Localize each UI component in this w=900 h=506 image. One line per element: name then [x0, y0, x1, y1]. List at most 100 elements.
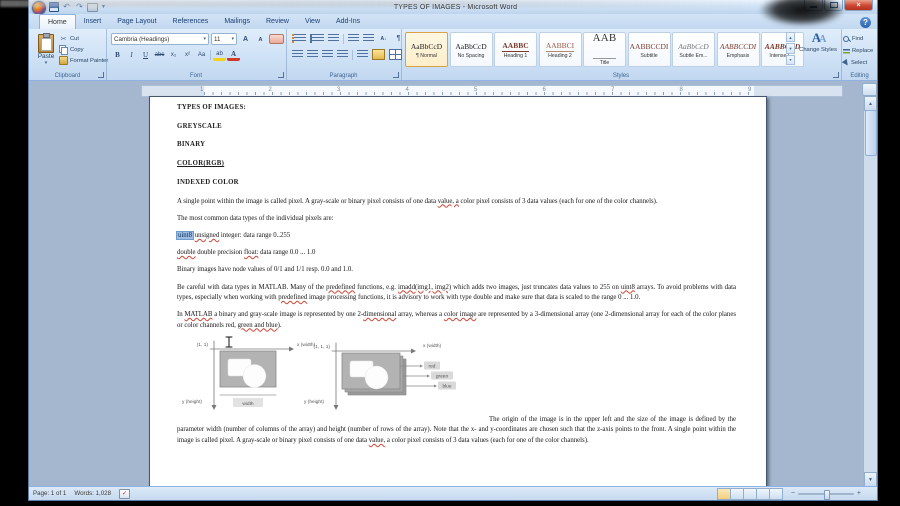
zoom-out-icon[interactable]: −: [791, 490, 795, 497]
tab-references[interactable]: References: [165, 14, 217, 29]
channel-green-label: green: [436, 373, 449, 379]
cut-icon: ✂: [59, 34, 68, 43]
line-spacing-button[interactable]: [356, 49, 369, 60]
change-case-button[interactable]: Aa: [195, 50, 208, 61]
clipboard-dialog-launcher[interactable]: [98, 72, 104, 78]
tab-insert[interactable]: Insert: [76, 14, 110, 29]
style-title[interactable]: AABTitle: [583, 32, 626, 67]
font-dialog-launcher[interactable]: [278, 72, 284, 78]
page-indicator[interactable]: Page: 1 of 1: [33, 490, 66, 497]
tab-page-layout[interactable]: Page Layout: [109, 14, 164, 29]
align-center-button[interactable]: [306, 49, 319, 60]
clear-formatting-button[interactable]: [269, 34, 284, 44]
style-emphasis[interactable]: AABBCCDIEmphasis: [717, 32, 760, 67]
fullscreen-view-button[interactable]: [730, 488, 744, 500]
font-size-value: 11: [214, 36, 220, 43]
word-window: ↶ ↷ ▾ TYPES OF IMAGES - Microsoft Word ×…: [28, 0, 878, 501]
shading-button[interactable]: [371, 49, 386, 60]
document-page[interactable]: TYPES OF IMAGES:GREYSCALEBINARYCOLOR(RGB…: [149, 96, 767, 487]
zoom-slider-thumb[interactable]: [824, 490, 830, 500]
tab-mailings[interactable]: Mailings: [216, 14, 258, 29]
selected-text: uint8: [177, 232, 193, 239]
copy-button[interactable]: Copy: [59, 44, 108, 55]
help-button[interactable]: ?: [860, 17, 871, 28]
numbering-button[interactable]: [309, 33, 325, 44]
draft-view-button[interactable]: [769, 488, 783, 500]
strikethrough-button[interactable]: abc: [153, 50, 166, 61]
tab-add-ins[interactable]: Add-Ins: [328, 14, 368, 29]
paste-dropdown-icon[interactable]: ▾: [45, 60, 48, 66]
word-count[interactable]: Words: 1,028: [74, 490, 111, 497]
bold-button[interactable]: B: [111, 50, 124, 61]
doc-paragraph: The origin of the image is in the upper …: [177, 415, 736, 446]
scroll-down-button[interactable]: ▼: [864, 472, 877, 487]
bullets-button[interactable]: [291, 33, 307, 44]
decrease-indent-button[interactable]: [347, 33, 360, 44]
subscript-button[interactable]: x₂: [167, 50, 180, 61]
multilevel-list-button[interactable]: [327, 33, 340, 44]
italic-button[interactable]: I: [125, 50, 138, 61]
web-layout-view-button[interactable]: [743, 488, 757, 500]
style--normal[interactable]: AaBbCcD¶ Normal: [405, 32, 448, 67]
style-subtitle[interactable]: AABBCCDISubtitle: [628, 32, 671, 67]
tab-home[interactable]: Home: [39, 14, 76, 29]
vertical-scrollbar[interactable]: ▲ ▼: [863, 96, 877, 487]
zoom-slider[interactable]: [798, 493, 854, 495]
underline-button[interactable]: U: [139, 50, 152, 61]
font-name-combobox[interactable]: Cambria (Headings) ▾: [111, 33, 209, 45]
style-no-spacing[interactable]: AaBbCcDNo Spacing: [450, 32, 493, 67]
font-color-button[interactable]: A: [227, 49, 240, 61]
find-button[interactable]: Find: [843, 33, 873, 45]
sort-button[interactable]: A↓: [377, 33, 390, 44]
maximize-button[interactable]: [824, 0, 843, 11]
change-styles-button[interactable]: AA Change Styles: [799, 31, 837, 73]
ruler-number: 8: [680, 87, 683, 93]
image-array-figure: (1, 1) x (width) y (height) width: [177, 335, 736, 413]
text-highlight-button[interactable]: ab: [213, 49, 226, 61]
cut-button[interactable]: ✂ Cut: [59, 33, 108, 44]
align-left-icon: [292, 50, 303, 59]
gallery-down-icon[interactable]: ▼: [786, 43, 795, 53]
style-subtle-em-[interactable]: AaBbCcDSubtle Em...: [672, 32, 715, 67]
tab-review[interactable]: Review: [258, 14, 297, 29]
redo-icon[interactable]: ↷: [74, 2, 85, 13]
paragraph-dialog-launcher[interactable]: [393, 72, 399, 78]
format-painter-button[interactable]: Format Painter: [59, 55, 108, 66]
style-heading-1[interactable]: AABBCHeading 1: [494, 32, 537, 67]
zoom-in-icon[interactable]: +: [857, 490, 861, 497]
grow-font-button[interactable]: A: [239, 34, 252, 45]
font-size-combobox[interactable]: 11 ▾: [211, 33, 237, 45]
spellcheck-status-icon[interactable]: ✓: [119, 489, 130, 499]
gallery-more-icon[interactable]: ▾: [786, 55, 795, 65]
scrollbar-thumb[interactable]: [865, 110, 877, 156]
justify-button[interactable]: [336, 49, 349, 60]
align-right-button[interactable]: [321, 49, 334, 60]
doc-text-run: array, whereas a: [396, 311, 444, 318]
outline-view-button[interactable]: [756, 488, 770, 500]
paste-button[interactable]: Paste ▾: [33, 32, 59, 72]
scroll-up-button[interactable]: ▲: [864, 96, 877, 111]
qat-dropdown-icon[interactable]: ▾: [100, 2, 107, 13]
minimize-button[interactable]: [804, 0, 823, 11]
print-icon[interactable]: [87, 3, 98, 12]
undo-icon[interactable]: ↶: [61, 2, 72, 13]
office-button[interactable]: [32, 1, 46, 15]
gallery-up-icon[interactable]: ▲: [786, 32, 795, 42]
save-icon[interactable]: [49, 2, 59, 12]
print-layout-view-button[interactable]: [717, 488, 731, 500]
close-button[interactable]: ×: [844, 0, 873, 11]
select-button[interactable]: Select: [843, 57, 873, 69]
font-name-dropdown-icon[interactable]: ▾: [201, 36, 206, 42]
replace-button[interactable]: Replace: [843, 45, 873, 57]
style-intense-e-[interactable]: AABBCCDIntense E...: [761, 32, 804, 67]
tab-view[interactable]: View: [297, 14, 328, 29]
shrink-font-button[interactable]: A: [254, 34, 267, 45]
superscript-button[interactable]: x²: [181, 50, 194, 61]
doc-text-run: A single point within the image is calle…: [177, 198, 438, 205]
style-heading-2[interactable]: AABBCIHeading 2: [539, 32, 582, 67]
align-left-button[interactable]: [291, 49, 304, 60]
ruler-toggle-button[interactable]: [862, 83, 877, 96]
styles-dialog-launcher[interactable]: [833, 72, 839, 78]
font-size-dropdown-icon[interactable]: ▾: [229, 36, 234, 42]
increase-indent-button[interactable]: [362, 33, 375, 44]
